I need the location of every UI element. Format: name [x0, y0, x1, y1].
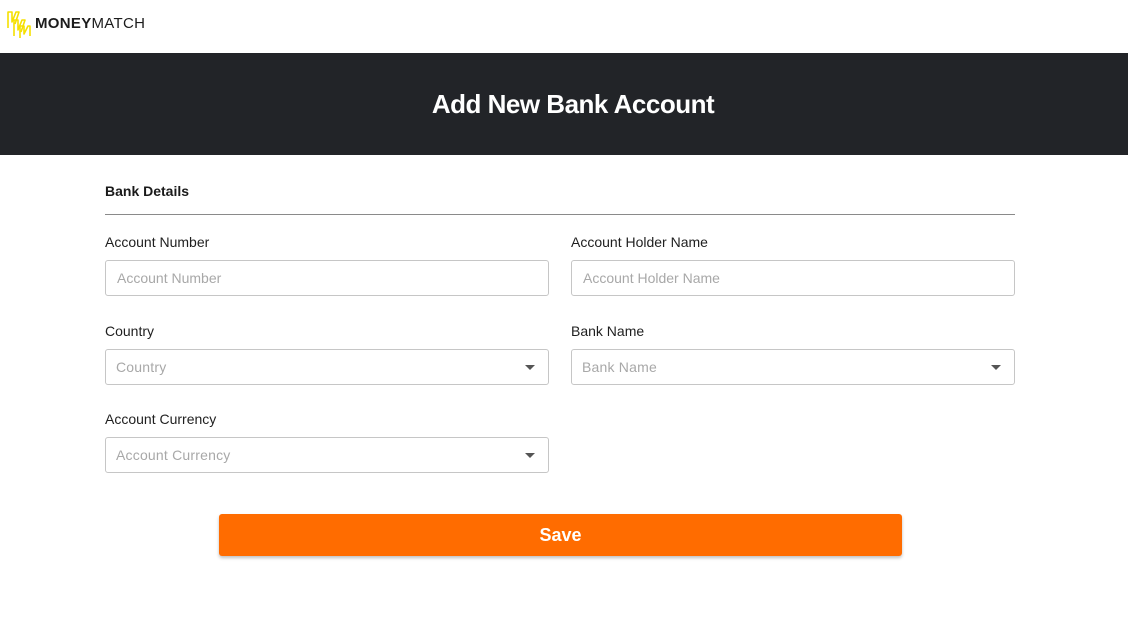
chevron-down-icon [525, 453, 535, 458]
section-title-bank-details: Bank Details [105, 183, 190, 199]
country-select[interactable]: Country [105, 349, 549, 385]
account-holder-name-input[interactable] [571, 260, 1015, 296]
account-currency-select-placeholder: Account Currency [116, 447, 231, 463]
bank-name-select-placeholder: Bank Name [582, 359, 657, 375]
account-holder-name-label: Account Holder Name [571, 234, 708, 250]
top-bar: MONEYMATCH [0, 0, 1128, 53]
account-number-input[interactable] [105, 260, 549, 296]
moneymatch-logo-icon [7, 11, 31, 38]
bank-name-field: Bank Name Bank Name [571, 321, 1015, 385]
account-currency-select[interactable]: Account Currency [105, 437, 549, 473]
page-header: Add New Bank Account [0, 53, 1128, 155]
country-field: Country Country [105, 321, 549, 385]
brand-name: MONEYMATCH [35, 16, 145, 31]
bank-name-label: Bank Name [571, 323, 645, 339]
moneymatch-logo[interactable]: MONEYMATCH [6, 8, 145, 40]
save-button[interactable]: Save [219, 514, 902, 556]
country-select-placeholder: Country [116, 359, 167, 375]
account-currency-label: Account Currency [105, 411, 217, 427]
brand-name-light: MATCH [91, 14, 146, 32]
country-label: Country [105, 323, 155, 339]
page-title: Add New Bank Account [431, 88, 715, 119]
chevron-down-icon [991, 365, 1001, 370]
account-number-label: Account Number [105, 234, 210, 250]
brand-name-bold: MONEY [35, 14, 92, 32]
chevron-down-icon [525, 365, 535, 370]
bank-name-select[interactable]: Bank Name [571, 349, 1015, 385]
account-currency-field: Account Currency Account Currency [105, 409, 549, 473]
account-number-field: Account Number [105, 232, 549, 296]
section-divider [105, 214, 1015, 215]
account-holder-name-field: Account Holder Name [571, 232, 1015, 296]
